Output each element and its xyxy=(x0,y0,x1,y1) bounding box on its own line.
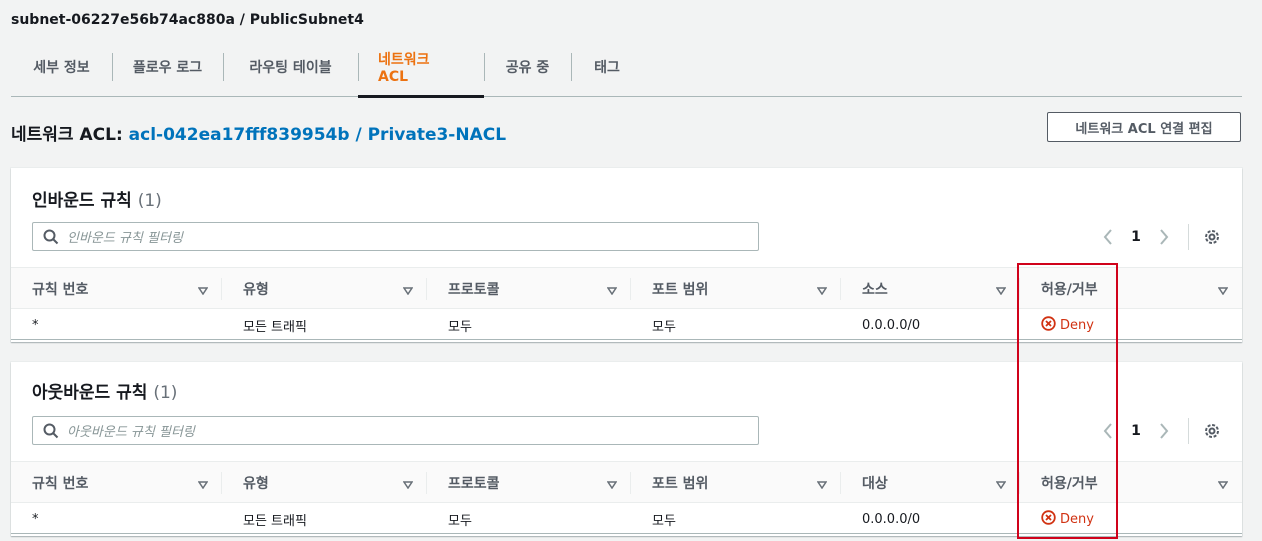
tab-route-table[interactable]: 라우팅 테이블 xyxy=(223,37,358,97)
outbound-rules-title: 아웃바운드 규칙 (1) xyxy=(32,378,177,403)
inbound-rules-title-text: 인바운드 규칙 xyxy=(32,191,132,211)
outbound-pagination: 1 xyxy=(1098,417,1238,445)
column-header[interactable]: 대상 xyxy=(841,462,1020,503)
edit-acl-association-button[interactable]: 네트워크 ACL 연결 편집 xyxy=(1047,112,1241,142)
port-range-cell: 모두 xyxy=(652,513,676,529)
destination-cell: 0.0.0.0/0 xyxy=(862,511,921,527)
inbound-table-header: 규칙 번호 유형 프로토콜 포트 범위 소스 허용/거부 xyxy=(11,267,1242,309)
chevron-right-icon[interactable] xyxy=(1154,423,1174,439)
tab-tags[interactable]: 태그 xyxy=(571,37,643,97)
deny-label: Deny xyxy=(1060,317,1094,333)
inbound-rules-title: 인바운드 규칙 (1) xyxy=(32,186,162,211)
deny-label: Deny xyxy=(1060,511,1094,527)
sort-icon[interactable] xyxy=(402,477,414,493)
search-icon xyxy=(43,229,59,249)
gear-icon[interactable] xyxy=(1203,228,1221,246)
column-header[interactable]: 허용/거부 xyxy=(1020,462,1242,503)
action-cell: Deny xyxy=(1020,504,1094,534)
sort-icon[interactable] xyxy=(197,477,209,493)
subnet-title: subnet-06227e56b74ac880a / PublicSubnet4 xyxy=(11,12,364,28)
sort-icon[interactable] xyxy=(995,477,1007,493)
inbound-pagination: 1 xyxy=(1098,223,1238,251)
page-number[interactable]: 1 xyxy=(1118,423,1154,439)
page-number[interactable]: 1 xyxy=(1118,229,1154,245)
column-header[interactable]: 포트 범위 xyxy=(631,462,841,503)
column-header[interactable]: 프로토콜 xyxy=(427,462,631,503)
chevron-left-icon[interactable] xyxy=(1098,423,1118,439)
column-header[interactable]: 규칙 번호 xyxy=(11,462,222,503)
deny-icon xyxy=(1041,315,1056,335)
protocol-cell: 모두 xyxy=(448,319,472,335)
sort-icon[interactable] xyxy=(197,283,209,299)
outbound-filter-placeholder: 아웃바운드 규칙 필터링 xyxy=(67,425,195,440)
pager-divider xyxy=(1188,224,1189,250)
tab-network-acl[interactable]: 네트워크 ACL xyxy=(358,37,484,98)
outbound-table-header: 규칙 번호 유형 프로토콜 포트 범위 대상 허용/거부 xyxy=(11,461,1242,503)
gear-icon[interactable] xyxy=(1203,422,1221,440)
sort-icon[interactable] xyxy=(816,283,828,299)
chevron-left-icon[interactable] xyxy=(1098,229,1118,245)
protocol-cell: 모두 xyxy=(448,513,472,529)
rule-number-cell: * xyxy=(32,511,39,527)
column-header[interactable]: 허용/거부 xyxy=(1020,268,1242,309)
chevron-right-icon[interactable] xyxy=(1154,229,1174,245)
tab-bar: 세부 정보 플로우 로그 라우팅 테이블 네트워크 ACL 공유 중 태그 xyxy=(11,37,1242,98)
table-row: * 모든 트래픽 모두 모두 0.0.0.0/0 Deny xyxy=(11,504,1242,534)
sort-icon[interactable] xyxy=(402,283,414,299)
action-cell: Deny xyxy=(1020,310,1094,340)
network-acl-heading: 네트워크 ACL: acl-042ea17fff839954b / Privat… xyxy=(11,120,506,145)
sort-icon[interactable] xyxy=(995,283,1007,299)
sort-icon[interactable] xyxy=(1217,477,1229,493)
deny-icon xyxy=(1041,509,1056,529)
source-cell: 0.0.0.0/0 xyxy=(862,317,921,333)
inbound-rules-count: (1) xyxy=(137,191,162,211)
outbound-rules-title-text: 아웃바운드 규칙 xyxy=(32,383,148,403)
column-header[interactable]: 포트 범위 xyxy=(631,268,841,309)
port-range-cell: 모두 xyxy=(652,319,676,335)
sort-icon[interactable] xyxy=(1217,283,1229,299)
outbound-rules-panel: 아웃바운드 규칙 (1) 아웃바운드 규칙 필터링 1 규칙 번호 유형 프로토… xyxy=(11,362,1242,536)
column-header[interactable]: 소스 xyxy=(841,268,1020,309)
tab-sharing[interactable]: 공유 중 xyxy=(484,37,571,97)
tab-details[interactable]: 세부 정보 xyxy=(11,37,112,97)
network-acl-prefix: 네트워크 ACL: xyxy=(11,125,123,145)
column-header[interactable]: 규칙 번호 xyxy=(11,268,222,309)
type-cell: 모든 트래픽 xyxy=(243,513,307,529)
outbound-rules-count: (1) xyxy=(153,383,178,403)
tab-flow-logs[interactable]: 플로우 로그 xyxy=(112,37,223,97)
column-header[interactable]: 유형 xyxy=(222,268,427,309)
rule-number-cell: * xyxy=(32,317,39,333)
inbound-filter-input[interactable]: 인바운드 규칙 필터링 xyxy=(32,222,759,251)
outbound-filter-input[interactable]: 아웃바운드 규칙 필터링 xyxy=(32,416,759,445)
network-acl-link[interactable]: acl-042ea17fff839954b / Private3-NACL xyxy=(129,125,506,145)
pager-divider xyxy=(1188,418,1189,444)
inbound-rules-panel: 인바운드 규칙 (1) 인바운드 규칙 필터링 1 규칙 번호 유형 프로토콜 … xyxy=(11,168,1242,342)
column-header[interactable]: 유형 xyxy=(222,462,427,503)
inbound-filter-placeholder: 인바운드 규칙 필터링 xyxy=(67,231,183,246)
column-header[interactable]: 프로토콜 xyxy=(427,268,631,309)
search-icon xyxy=(43,423,59,443)
sort-icon[interactable] xyxy=(816,477,828,493)
table-row: * 모든 트래픽 모두 모두 0.0.0.0/0 Deny xyxy=(11,310,1242,340)
type-cell: 모든 트래픽 xyxy=(243,319,307,335)
sort-icon[interactable] xyxy=(606,283,618,299)
sort-icon[interactable] xyxy=(606,477,618,493)
